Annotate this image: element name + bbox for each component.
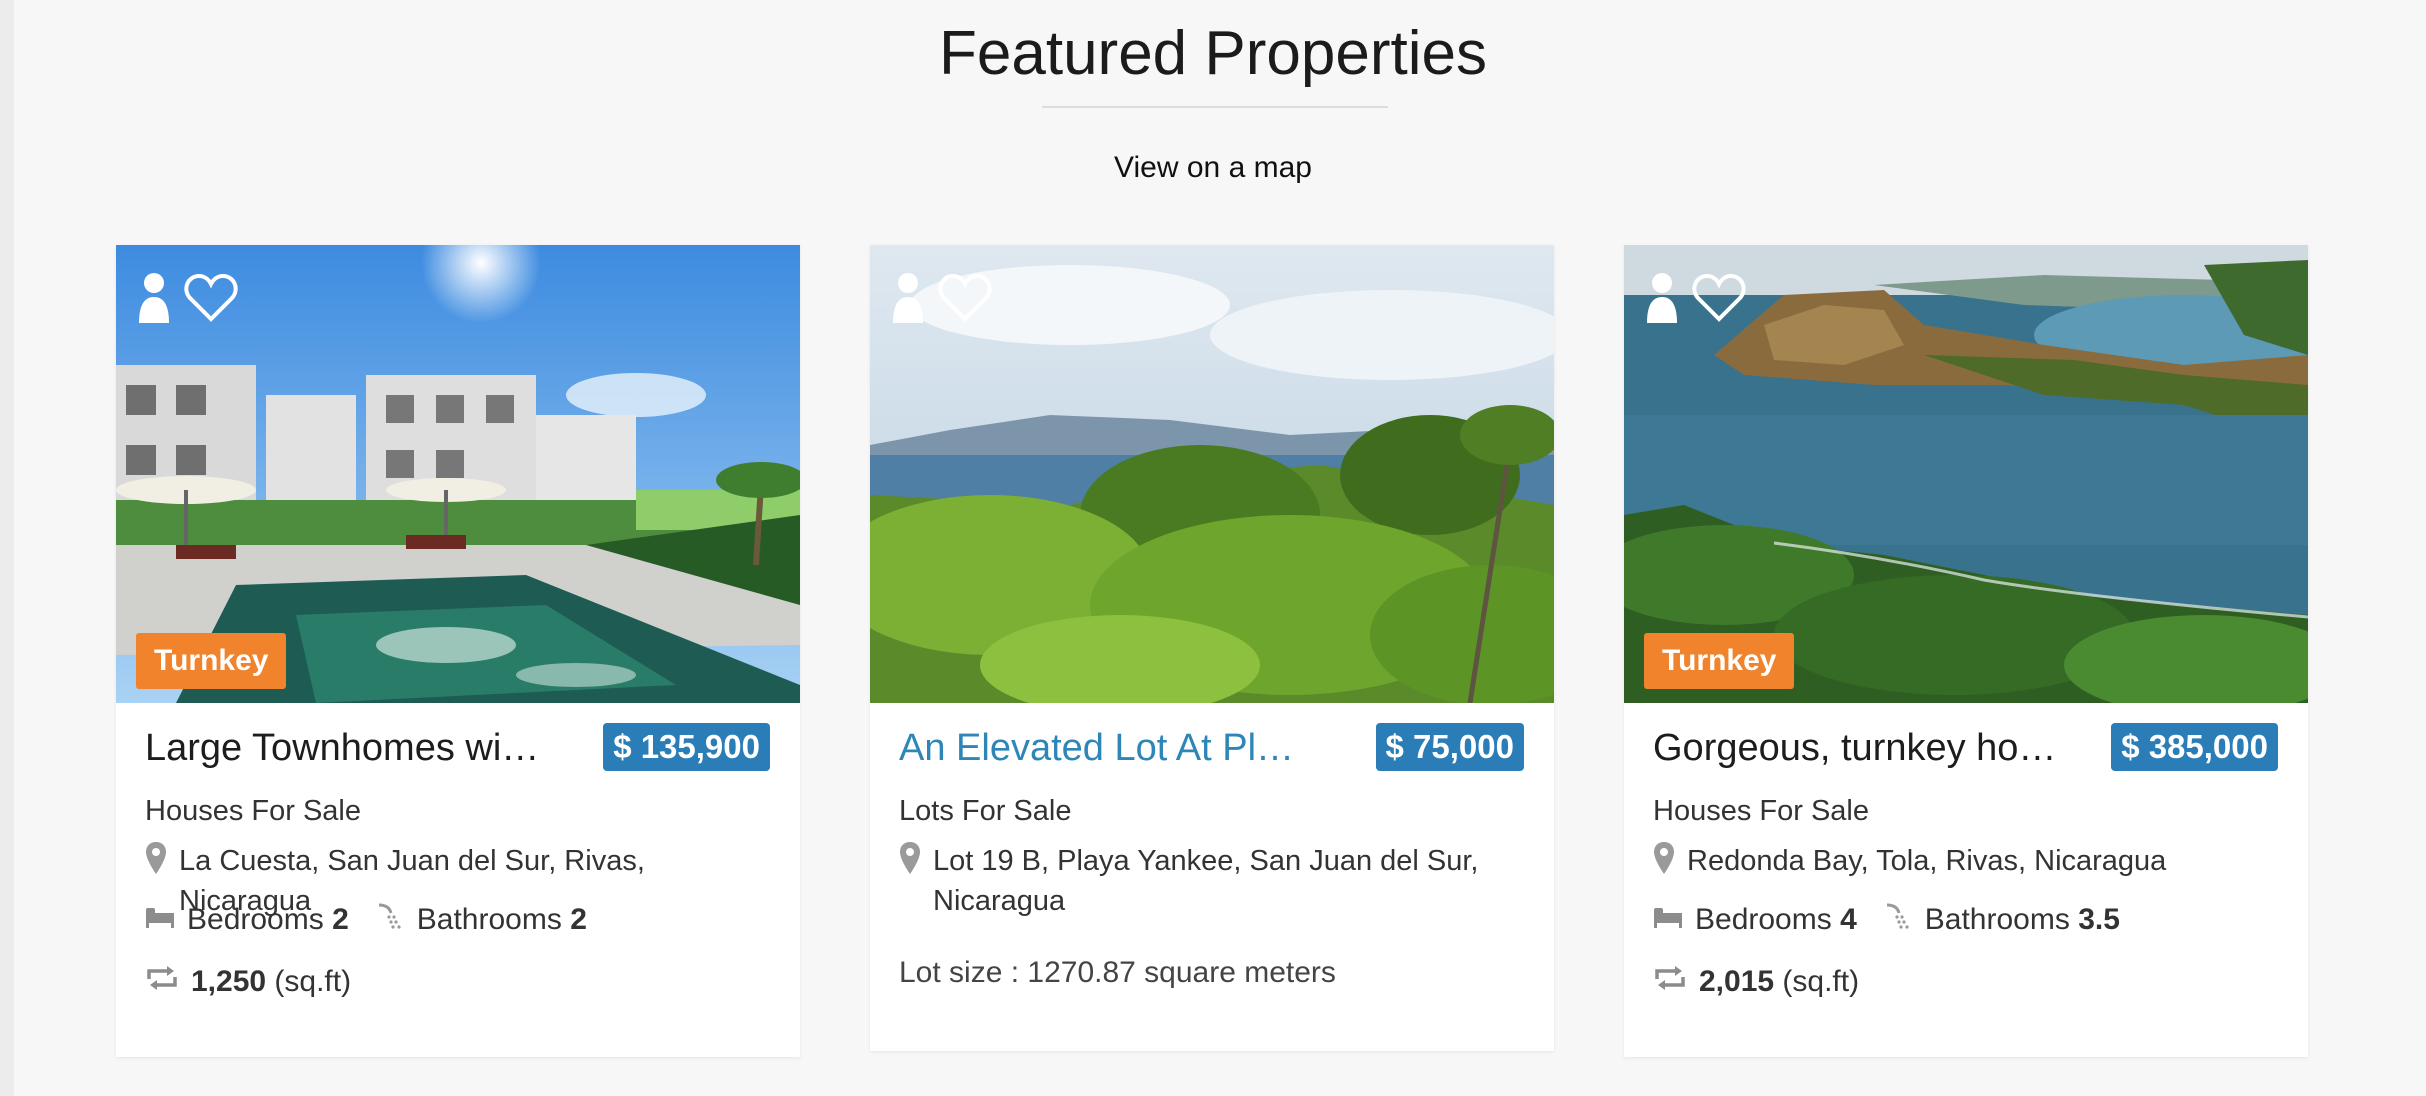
property-card[interactable]: Turnkey Gorgeous, turnkey ho… $ 385,000 … — [1624, 245, 2308, 1057]
property-name[interactable]: Gorgeous, turnkey ho… — [1653, 723, 2073, 773]
bathrooms-count: 3.5 — [2078, 903, 2120, 936]
shower-icon — [375, 901, 405, 939]
area-value: 1,250 — [191, 965, 267, 998]
property-card[interactable]: An Elevated Lot At Pl… $ 75,000 Lots For… — [870, 245, 1554, 1051]
room-counts: Bedrooms 4 Bathrooms 3.5 — [1653, 901, 2146, 939]
property-category: Houses For Sale — [1653, 795, 1869, 827]
agent-icon[interactable] — [1644, 271, 1680, 325]
agent-icon[interactable] — [136, 271, 172, 325]
property-name[interactable]: An Elevated Lot At Pl… — [899, 723, 1319, 773]
lot-size: Lot size : 1270.87 square meters — [899, 956, 1336, 989]
property-category: Lots For Sale — [899, 795, 1072, 827]
area-unit: (sq.ft) — [274, 965, 352, 998]
shower-icon — [1883, 901, 1913, 939]
room-counts: Bedrooms 2 Bathrooms 2 — [145, 901, 613, 939]
photo-actions — [136, 271, 238, 325]
title-divider — [1042, 106, 1388, 108]
favorite-heart-icon[interactable] — [1692, 273, 1746, 323]
bathrooms-label: Bathrooms — [416, 903, 562, 936]
property-area: 2,015 (sq.ft) — [1653, 965, 1859, 999]
area-value: 2,015 — [1699, 965, 1775, 998]
location-text: Redonda Bay, Tola, Rivas, Nicaragua — [1687, 845, 2167, 877]
bedrooms-label: Bedrooms — [187, 903, 324, 936]
bathrooms-count: 2 — [570, 903, 587, 936]
property-card[interactable]: Turnkey Large Townhomes wi… $ 135,900 Ho… — [116, 245, 800, 1057]
price-tag: $ 75,000 — [1375, 723, 1524, 771]
area-arrows-icon — [145, 965, 179, 999]
map-pin-icon — [1653, 841, 1675, 881]
area-arrows-icon — [1653, 965, 1687, 999]
location-text: Lot 19 B, Playa Yankee, San Juan del Sur… — [933, 845, 1479, 917]
bedrooms-label: Bedrooms — [1695, 903, 1832, 936]
area-unit: (sq.ft) — [1782, 965, 1860, 998]
map-pin-icon — [899, 841, 921, 921]
property-name[interactable]: Large Townhomes wi… — [145, 723, 565, 773]
bed-icon — [1653, 903, 1683, 937]
bedrooms-count: 2 — [332, 903, 349, 936]
property-area: 1,250 (sq.ft) — [145, 965, 351, 999]
turnkey-badge: Turnkey — [136, 633, 287, 689]
property-category: Houses For Sale — [145, 795, 361, 827]
photo-actions — [890, 271, 992, 325]
bedrooms-count: 4 — [1840, 903, 1857, 936]
property-location: Redonda Bay, Tola, Rivas, Nicaragua — [1653, 841, 2283, 881]
favorite-heart-icon[interactable] — [938, 273, 992, 323]
agent-icon[interactable] — [890, 271, 926, 325]
photo-actions — [1644, 271, 1746, 325]
favorite-heart-icon[interactable] — [184, 273, 238, 323]
property-photo[interactable]: Turnkey — [116, 245, 800, 703]
bathrooms-label: Bathrooms — [1924, 903, 2070, 936]
section-title: Featured Properties — [939, 19, 1487, 88]
property-photo[interactable] — [870, 245, 1554, 703]
bed-icon — [145, 903, 175, 937]
property-location: Lot 19 B, Playa Yankee, San Juan del Sur… — [899, 841, 1529, 921]
price-tag: $ 385,000 — [2111, 723, 2278, 771]
turnkey-badge: Turnkey — [1644, 633, 1795, 689]
price-tag: $ 135,900 — [603, 723, 770, 771]
view-on-map-link[interactable]: View on a map — [0, 150, 2426, 186]
property-photo[interactable]: Turnkey — [1624, 245, 2308, 703]
